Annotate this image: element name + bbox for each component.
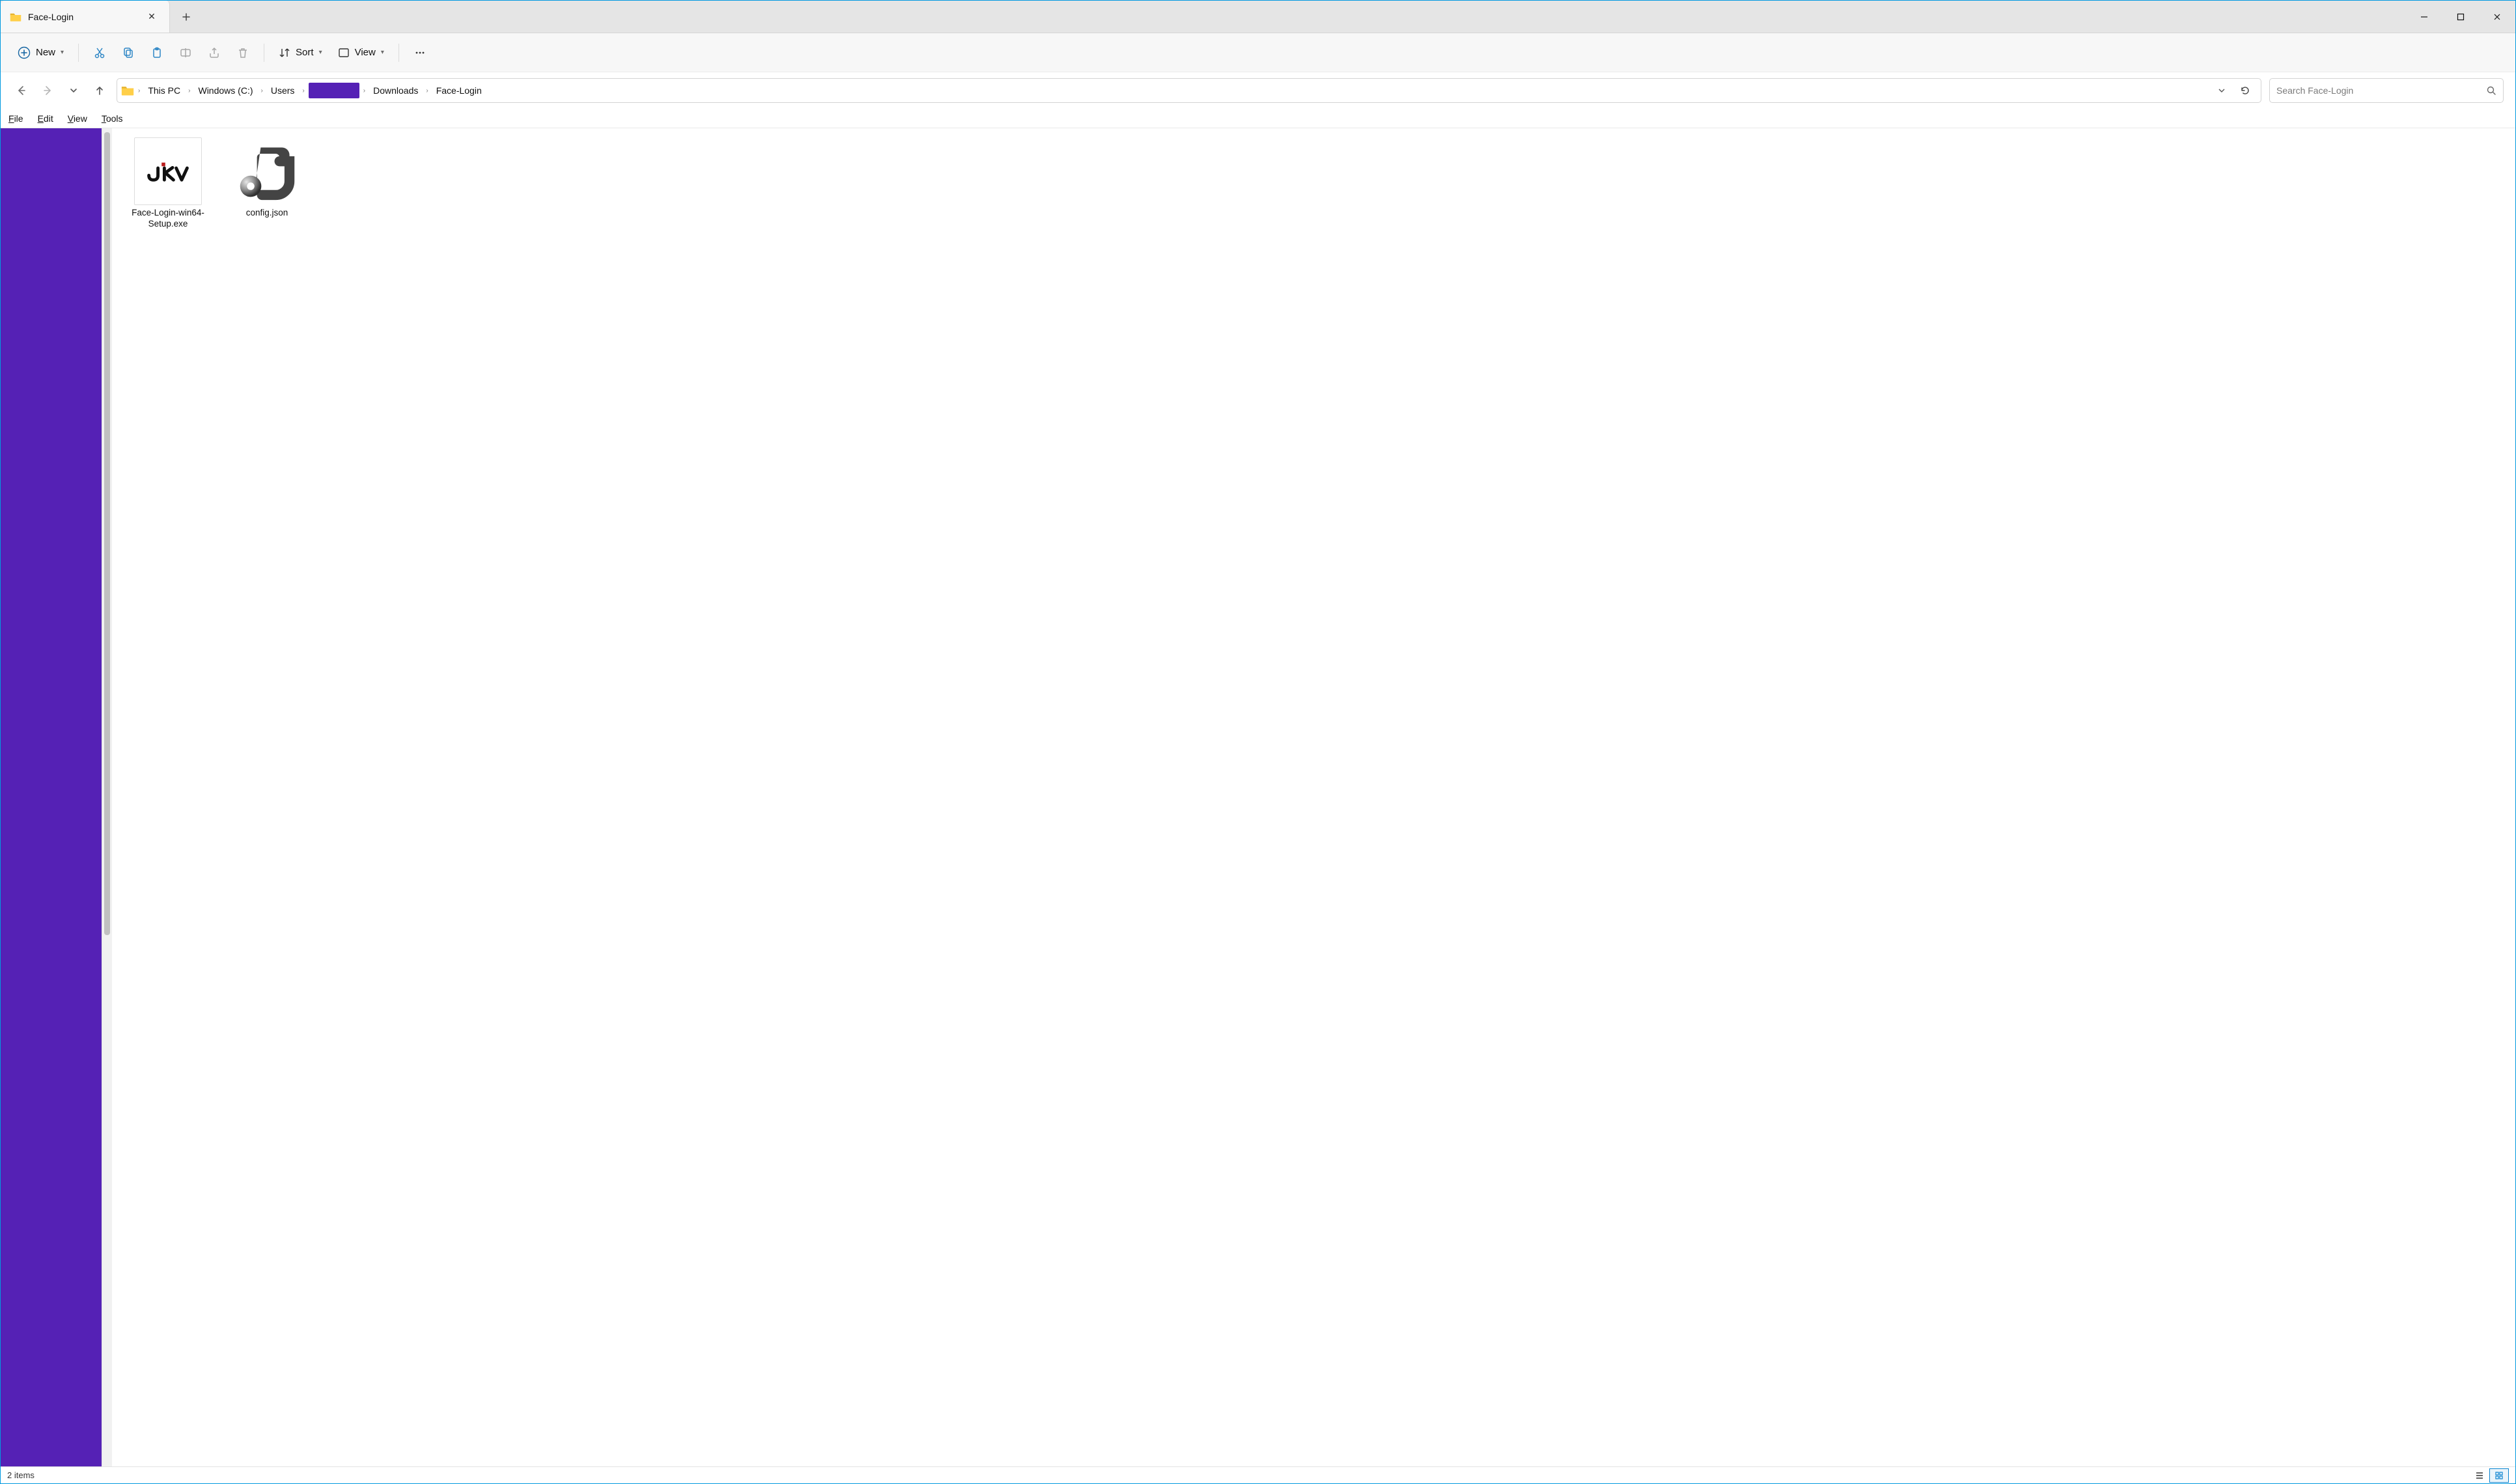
paste-icon [150, 46, 163, 59]
forward-arrow-icon [42, 85, 53, 96]
file-thumbnail-json [233, 137, 301, 205]
copy-icon [122, 46, 135, 59]
chevron-down-icon: ▾ [381, 49, 384, 56]
address-row: › This PC › Windows (C:) › Users › › Dow… [1, 72, 2515, 109]
new-button[interactable]: New ▾ [12, 41, 69, 64]
menu-file[interactable]: File [7, 112, 25, 125]
item-count: 2 items [7, 1470, 35, 1480]
file-thumbnail-exe [134, 137, 202, 205]
view-button-label: View [355, 47, 376, 58]
minimize-icon [2420, 13, 2428, 21]
file-item[interactable]: Face-Login-win64-Setup.exe [125, 137, 211, 230]
search-icon [2486, 85, 2496, 96]
back-arrow-icon [16, 85, 27, 96]
view-large-icons-button[interactable] [2489, 1468, 2509, 1483]
title-bar: Face-Login ✕ [1, 1, 2515, 33]
toolbar-separator [398, 44, 399, 62]
refresh-button[interactable] [2236, 81, 2254, 100]
nav-scrollbar[interactable] [102, 128, 112, 1466]
navigation-pane-redacted[interactable] [1, 128, 102, 1466]
search-box[interactable] [2269, 78, 2504, 103]
sort-button[interactable]: Sort ▾ [273, 41, 328, 64]
json-icon [236, 140, 298, 203]
rename-button[interactable] [174, 41, 197, 64]
share-button[interactable] [203, 41, 226, 64]
chevron-down-icon [69, 86, 78, 95]
maximize-icon [2457, 13, 2465, 21]
breadcrumb-downloads[interactable]: Downloads [369, 83, 422, 98]
file-item[interactable]: config.json [224, 137, 310, 230]
tab-face-login[interactable]: Face-Login ✕ [1, 1, 170, 33]
cut-icon [93, 46, 106, 59]
up-arrow-icon [94, 85, 105, 96]
new-plus-icon [18, 46, 31, 59]
chevron-right-icon[interactable]: › [260, 87, 264, 94]
copy-button[interactable] [117, 41, 140, 64]
sort-button-label: Sort [296, 47, 314, 58]
view-details-button[interactable] [2470, 1468, 2489, 1483]
chevron-down-icon: ▾ [61, 49, 64, 56]
tab-title: Face-Login [28, 12, 137, 22]
maximize-button[interactable] [2442, 1, 2479, 33]
breadcrumb-this-pc[interactable]: This PC [144, 83, 184, 98]
toolbar-separator [78, 44, 79, 62]
delete-button[interactable] [231, 41, 255, 64]
back-button[interactable] [12, 81, 31, 100]
window-controls [2406, 1, 2515, 33]
trash-icon [236, 46, 249, 59]
recent-locations-button[interactable] [64, 81, 83, 100]
view-icon [338, 47, 350, 59]
plus-icon [182, 12, 191, 21]
ellipsis-icon [413, 46, 426, 59]
scroll-thumb[interactable] [104, 132, 110, 935]
file-name: Face-Login-win64-Setup.exe [125, 208, 211, 230]
status-bar: 2 items [1, 1466, 2515, 1483]
menu-edit[interactable]: Edit [36, 112, 55, 125]
share-icon [208, 46, 221, 59]
breadcrumb-windows-c[interactable]: Windows (C:) [194, 83, 257, 98]
body: Face-Login-win64-Setup.exe [1, 128, 2515, 1466]
folder-icon [121, 85, 134, 96]
chevron-right-icon[interactable]: › [301, 87, 305, 94]
refresh-icon [2240, 85, 2250, 96]
minimize-button[interactable] [2406, 1, 2442, 33]
explorer-window: Face-Login ✕ New ▾ [0, 0, 2516, 1484]
forward-button[interactable] [38, 81, 57, 100]
list-view-icon [2475, 1471, 2484, 1480]
file-pane[interactable]: Face-Login-win64-Setup.exe [112, 128, 2515, 1466]
chevron-down-icon [2218, 87, 2226, 94]
jkv-icon [145, 158, 191, 184]
breadcrumb-users[interactable]: Users [267, 83, 299, 98]
cut-button[interactable] [88, 41, 111, 64]
breadcrumb-user-redacted[interactable] [309, 83, 359, 98]
breadcrumb-face-login[interactable]: Face-Login [432, 83, 486, 98]
icons-view-icon [2495, 1471, 2504, 1480]
menu-view[interactable]: View [66, 112, 89, 125]
close-window-button[interactable] [2479, 1, 2515, 33]
search-input[interactable] [2276, 85, 2486, 96]
folder-icon [10, 12, 21, 22]
chevron-right-icon[interactable]: › [187, 87, 191, 94]
file-name: config.json [246, 208, 288, 219]
view-button[interactable]: View ▾ [333, 41, 389, 64]
sort-icon [279, 47, 290, 59]
address-bar[interactable]: › This PC › Windows (C:) › Users › › Dow… [117, 78, 2261, 103]
paste-button[interactable] [145, 41, 169, 64]
chevron-right-icon[interactable]: › [137, 87, 141, 94]
chevron-right-icon[interactable]: › [362, 87, 367, 94]
command-bar: New ▾ [1, 33, 2515, 72]
address-dropdown-button[interactable] [2213, 81, 2231, 100]
new-tab-button[interactable] [170, 1, 203, 33]
more-options-button[interactable] [408, 41, 432, 64]
close-icon [2493, 13, 2501, 21]
close-tab-icon[interactable]: ✕ [143, 11, 160, 22]
up-button[interactable] [91, 81, 109, 100]
rename-icon [179, 46, 192, 59]
classic-menu-bar: File Edit View Tools [1, 109, 2515, 128]
menu-tools[interactable]: Tools [100, 112, 124, 125]
chevron-down-icon: ▾ [319, 49, 322, 56]
new-button-label: New [36, 47, 55, 58]
chevron-right-icon[interactable]: › [425, 87, 429, 94]
